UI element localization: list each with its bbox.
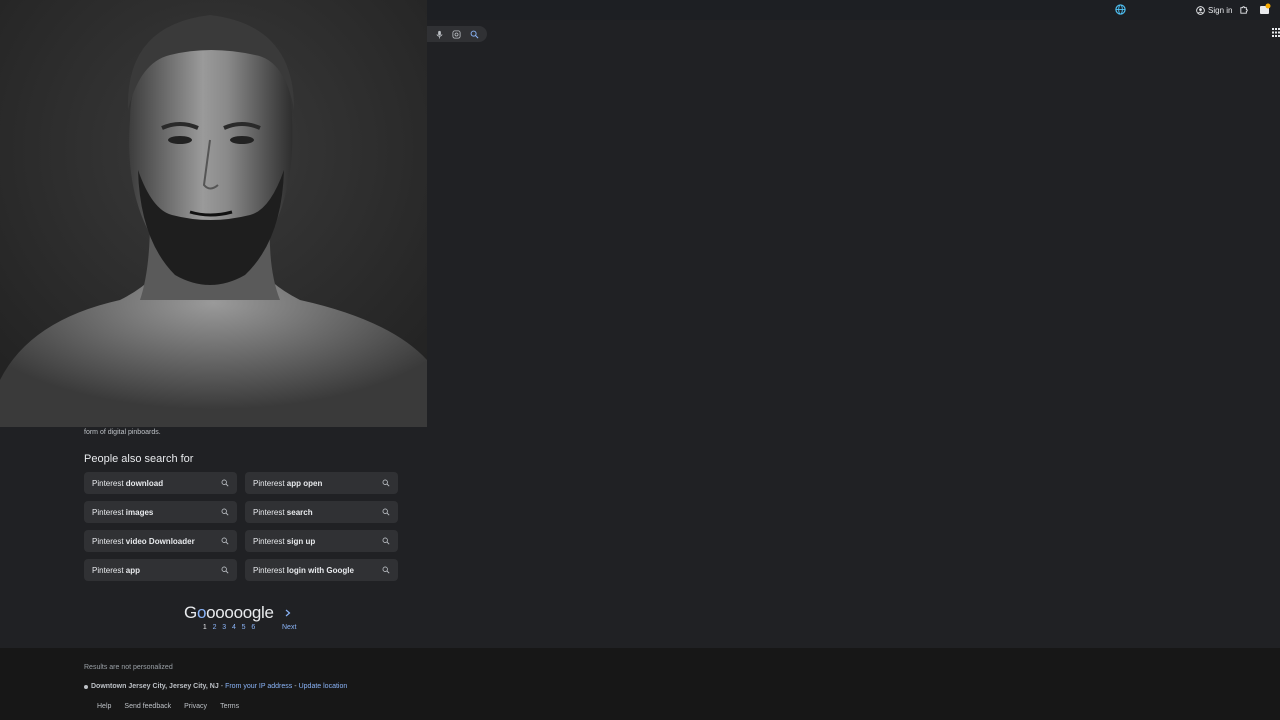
- chip-label: Pinterest login with Google: [253, 565, 354, 575]
- page-number-link[interactable]: 2: [210, 624, 220, 631]
- page-number-link[interactable]: 5: [239, 624, 249, 631]
- search-icon: [382, 508, 390, 516]
- related-search-chip[interactable]: Pinterest app: [84, 559, 237, 581]
- page-number-link[interactable]: 3: [219, 624, 229, 631]
- chip-label: Pinterest sign up: [253, 536, 316, 546]
- related-search-chip[interactable]: Pinterest sign up: [245, 530, 398, 552]
- chip-label: Pinterest download: [92, 478, 164, 488]
- ip-address-link[interactable]: From your IP address: [225, 683, 292, 690]
- separator: -: [220, 683, 224, 690]
- apps-grid-icon[interactable]: [1272, 28, 1280, 37]
- people-also-search-grid: Pinterest download Pinterest app open Pi…: [84, 472, 398, 581]
- chevron-right-icon[interactable]: [285, 609, 291, 617]
- people-also-search-title: People also search for: [84, 453, 194, 465]
- lens-icon[interactable]: [452, 29, 461, 39]
- pagination-logo: Goooooogle: [184, 603, 274, 622]
- page-number-link[interactable]: 6: [248, 624, 258, 631]
- notification-icon[interactable]: [1259, 3, 1271, 15]
- page-number-current: 1: [202, 624, 207, 631]
- search-icon: [221, 479, 229, 487]
- search-icon: [221, 537, 229, 545]
- chip-label: Pinterest images: [92, 507, 154, 517]
- chip-label: Pinterest video Downloader: [92, 536, 195, 546]
- result-snippet-tail: form of digital pinboards.: [84, 429, 161, 436]
- search-icon: [382, 566, 390, 574]
- terms-link[interactable]: Terms: [220, 703, 239, 710]
- location-line: Downtown Jersey City, Jersey City, NJ - …: [84, 683, 347, 690]
- account-icon: [1196, 5, 1205, 15]
- related-search-chip[interactable]: Pinterest login with Google: [245, 559, 398, 581]
- related-search-chip[interactable]: Pinterest search: [245, 501, 398, 523]
- chip-label: Pinterest app open: [253, 478, 323, 488]
- location-name: Downtown Jersey City, Jersey City, NJ: [91, 683, 219, 690]
- related-search-chip[interactable]: Pinterest images: [84, 501, 237, 523]
- separator: -: [294, 683, 297, 690]
- sign-in-button[interactable]: Sign in: [1196, 4, 1232, 16]
- search-icon[interactable]: [470, 30, 479, 39]
- related-search-chip[interactable]: Pinterest app open: [245, 472, 398, 494]
- extensions-icon[interactable]: [1239, 4, 1250, 15]
- search-box-controls: [427, 26, 487, 42]
- overlay-portrait-image: [0, 0, 427, 427]
- next-page-link[interactable]: Next: [282, 624, 296, 631]
- related-search-chip[interactable]: Pinterest download: [84, 472, 237, 494]
- location-dot-icon: [84, 684, 88, 689]
- help-link[interactable]: Help: [97, 703, 111, 710]
- globe-icon[interactable]: [1115, 4, 1126, 15]
- page-numbers: 1 2 3 4 5 6: [200, 624, 258, 631]
- personalization-note: Results are not personalized: [84, 664, 173, 671]
- sign-in-label: Sign in: [1208, 5, 1233, 15]
- microphone-icon[interactable]: [435, 30, 444, 39]
- related-search-chip[interactable]: Pinterest video Downloader: [84, 530, 237, 552]
- search-icon: [382, 479, 390, 487]
- search-icon: [221, 508, 229, 516]
- search-icon: [382, 537, 390, 545]
- update-location-link[interactable]: Update location: [299, 683, 348, 690]
- page-number-link[interactable]: 4: [229, 624, 239, 631]
- privacy-link[interactable]: Privacy: [184, 703, 207, 710]
- chip-label: Pinterest search: [253, 507, 313, 517]
- send-feedback-link[interactable]: Send feedback: [124, 703, 171, 710]
- footer-links: Help Send feedback Privacy Terms: [97, 703, 239, 710]
- search-icon: [221, 566, 229, 574]
- search-results-page: Sign in form of digital pinboards. Peopl…: [0, 0, 1280, 720]
- chip-label: Pinterest app: [92, 565, 141, 575]
